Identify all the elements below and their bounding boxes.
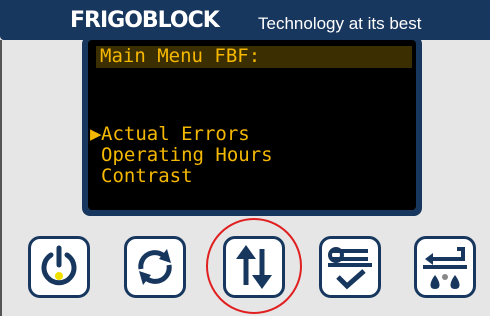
menu-item-actual-errors[interactable]: ▶ Actual Errors xyxy=(90,124,273,145)
menu-item-label: Actual Errors xyxy=(101,123,250,145)
lcd-screen: Main Menu FBF: ▶ Actual Errors Operating … xyxy=(88,40,416,210)
power-led-icon xyxy=(55,272,63,280)
defrost-button[interactable] xyxy=(414,236,476,298)
control-panel: FRIGOBLOCK Technology at its best Main M… xyxy=(0,0,490,316)
display-title: Main Menu FBF: xyxy=(100,45,261,67)
menu-item-label: Contrast xyxy=(101,165,193,187)
refresh-icon xyxy=(138,249,172,285)
power-icon xyxy=(41,245,77,286)
brand-logo: FRIGOBLOCK xyxy=(70,8,220,33)
menu-item-contrast[interactable]: Contrast xyxy=(90,166,273,187)
settings-button[interactable] xyxy=(319,236,381,298)
selection-cursor-icon: ▶ xyxy=(90,123,102,145)
wrench-check-icon xyxy=(328,247,372,290)
tagline: Technology at its best xyxy=(258,14,422,33)
header-bar: FRIGOBLOCK Technology at its best xyxy=(0,0,490,40)
refresh-button[interactable] xyxy=(124,236,186,298)
menu-item-label: Operating Hours xyxy=(101,144,273,166)
display-menu: ▶ Actual Errors Operating Hours Contrast xyxy=(90,124,273,187)
menu-item-operating-hours[interactable]: Operating Hours xyxy=(90,145,273,166)
defrost-drops-icon xyxy=(423,247,467,289)
display-bezel: Main Menu FBF: ▶ Actual Errors Operating … xyxy=(82,36,422,216)
power-button[interactable] xyxy=(28,236,90,298)
highlight-circle xyxy=(206,218,302,314)
